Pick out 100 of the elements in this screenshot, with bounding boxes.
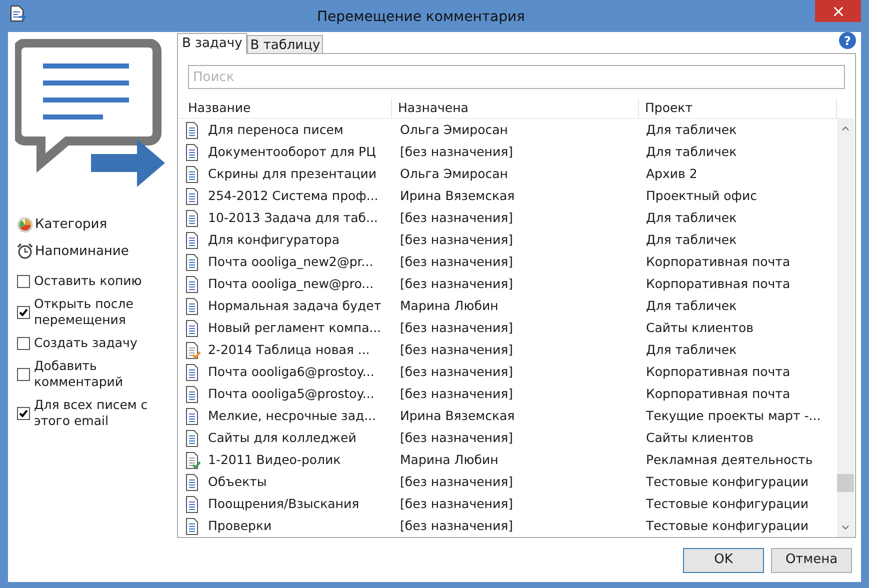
project-cell-text: Текущие проекты март -... <box>645 406 822 425</box>
task-name: Сайты для колледжей <box>208 428 356 447</box>
project-cell-text: Корпоративная почта <box>645 384 792 403</box>
checkbox-label: Создать задачу <box>34 335 138 351</box>
task-name: Мелкие, несрочные зад... <box>208 406 376 425</box>
document-icon <box>185 320 201 336</box>
sidebar-link[interactable]: Напоминание <box>35 242 129 261</box>
table-row[interactable]: Объекты [без назначения] Тестовые конфигурации <box>179 471 837 493</box>
table-row[interactable]: Почта oooliga_new2@pr... [без назначения] Корпоративная почта <box>179 251 837 273</box>
assignee-cell-text: [без назначения] <box>399 472 514 491</box>
search-field[interactable]: Поиск <box>188 65 845 89</box>
tab[interactable]: В задачу <box>177 33 248 54</box>
task-name: Скрины для презентации <box>208 164 376 183</box>
task-name: Новый регламент компа... <box>208 318 382 337</box>
table-row[interactable]: Сайты для колледжей [без назначения] Сайты клиентов <box>179 427 837 449</box>
table-row[interactable]: Нормальная задача будет Марина Любин Для табличек <box>179 295 837 317</box>
project-cell-text: Корпоративная почта <box>645 252 792 271</box>
project-cell-text: Архив 2 <box>645 164 698 183</box>
dialog-button[interactable]: Отмена <box>771 548 852 572</box>
project-cell-text: Тестовые конфигурации <box>645 472 810 491</box>
assignee-cell-text: [без назначения] <box>399 208 514 227</box>
assignee-cell-text: Ольга Эмиросан <box>399 164 509 183</box>
document-icon <box>185 496 201 512</box>
task-name: Документооборот для РЦ <box>208 142 376 161</box>
assignee-cell-text: [без назначения] <box>399 230 514 249</box>
project-cell-text: Для табличек <box>645 208 738 227</box>
table-row[interactable]: Новый регламент компа... [без назначения] Сайты клиентов <box>179 317 837 339</box>
task-name: 10-2013 Задача для таб... <box>208 208 378 227</box>
checkbox[interactable] <box>17 368 30 380</box>
checkbox-label: Открыть после перемещения <box>34 296 134 328</box>
task-name: Объекты <box>208 472 267 491</box>
dialog-button[interactable]: OK <box>683 548 764 572</box>
project-cell-text: Для табличек <box>645 340 738 359</box>
assignee-cell-text: [без назначения] <box>399 384 514 403</box>
document-icon <box>185 452 201 468</box>
table-row[interactable]: Почта oooliga5@prostoy... [без назначения] Корпоративная почта <box>179 383 837 405</box>
help-icon[interactable]: ? <box>839 32 856 49</box>
assignee-cell-text: [без назначения] <box>399 494 514 513</box>
assignee-cell-text: Марина Любин <box>399 296 500 315</box>
table-row[interactable]: Поощрения/Взыскания [без назначения] Тестовые конфигурации <box>179 493 837 515</box>
project-cell-text: Корпоративная почта <box>645 274 792 293</box>
table-row[interactable]: Почта oooliga_new@pro... [без назначения] Корпоративная почта <box>179 273 837 295</box>
assignee-cell-text: [без назначения] <box>399 274 514 293</box>
task-name: 254-2012 Система проф... <box>208 186 378 205</box>
scrollbar[interactable] <box>837 119 854 537</box>
document-icon <box>185 122 201 138</box>
document-icon <box>185 210 201 226</box>
table-row[interactable]: 254-2012 Система проф... Ирина Вяземская Проектный офис <box>179 185 837 207</box>
table-row[interactable]: Скрины для презентации Ольга Эмиросан Архив 2 <box>179 163 837 185</box>
table-row[interactable]: 1-2011 Видео-ролик Марина Любин Рекламная деятельность <box>179 449 837 471</box>
table-row[interactable]: Документооборот для РЦ [без назначения] Для табличек <box>179 141 837 163</box>
checkbox[interactable] <box>17 336 30 350</box>
project-cell-text: Сайты клиентов <box>645 428 754 447</box>
assignee-cell-text: [без назначения] <box>399 516 514 535</box>
sidebar-link[interactable]: Категория <box>35 215 108 234</box>
column-header[interactable]: Назначена <box>392 98 639 118</box>
document-icon <box>185 386 201 402</box>
project-cell-text: Для табличек <box>645 120 738 139</box>
checkbox[interactable] <box>17 274 30 288</box>
project-cell-text: Тестовые конфигурации <box>645 494 810 513</box>
comment-move-icon <box>15 39 165 189</box>
assignee-cell-text: [без назначения] <box>399 252 514 271</box>
task-name: Для переноса писем <box>208 120 344 139</box>
column-header[interactable]: Проект <box>639 98 837 118</box>
task-name: Проверки <box>208 516 272 535</box>
task-name: Почта oooliga_new@pro... <box>208 274 374 293</box>
task-name: Почта oooliga_new2@pr... <box>208 252 374 271</box>
pie-chart-icon <box>17 216 33 233</box>
document-icon <box>185 408 201 424</box>
task-name: Для конфигуратора <box>208 230 340 249</box>
table-row[interactable]: 10-2013 Задача для таб... [без назначения] Для табличек <box>179 207 837 229</box>
assignee-cell-text: [без назначения] <box>399 362 514 381</box>
document-icon <box>185 188 201 204</box>
assignee-cell-text: Марина Любин <box>399 450 500 469</box>
table-row[interactable]: Проверки [без назначения] Тестовые конфигурации <box>179 515 837 537</box>
table-row[interactable]: Для переноса писем Ольга Эмиросан Для табличек <box>179 119 837 141</box>
table-row[interactable]: Для конфигуратора [без назначения] Для табличек <box>179 229 837 251</box>
tab[interactable]: В таблицу <box>247 35 324 54</box>
project-cell-text: Рекламная деятельность <box>645 450 814 469</box>
table-row[interactable]: Почта oooliga6@prostoy... [без назначения] Корпоративная почта <box>179 361 837 383</box>
document-icon <box>185 166 201 182</box>
scroll-thumb[interactable] <box>837 474 854 492</box>
document-icon <box>185 298 201 314</box>
checkbox[interactable] <box>17 406 30 420</box>
assignee-cell-text: Ольга Эмиросан <box>399 120 509 139</box>
table-row[interactable]: 2-2014 Таблица новая ... [без назначения] Для табличек <box>179 339 837 361</box>
checkbox[interactable] <box>17 306 30 318</box>
close-button[interactable] <box>815 0 861 22</box>
column-header[interactable]: Название <box>179 98 392 118</box>
checkmark-icon <box>19 408 28 418</box>
alarm-clock-icon <box>17 243 33 260</box>
project-cell-text: Для табличек <box>645 230 738 249</box>
task-name: Поощрения/Взыскания <box>208 494 360 513</box>
checkbox-label: Для всех писем с этого email <box>34 397 149 429</box>
document-icon <box>185 518 201 534</box>
document-icon <box>185 276 201 292</box>
project-cell-text: Сайты клиентов <box>645 318 754 337</box>
document-icon <box>185 144 201 160</box>
task-name: Почта oooliga5@prostoy... <box>208 384 374 403</box>
table-row[interactable]: Мелкие, несрочные зад... Ирина Вяземская Текущие проекты март -... <box>179 405 837 427</box>
